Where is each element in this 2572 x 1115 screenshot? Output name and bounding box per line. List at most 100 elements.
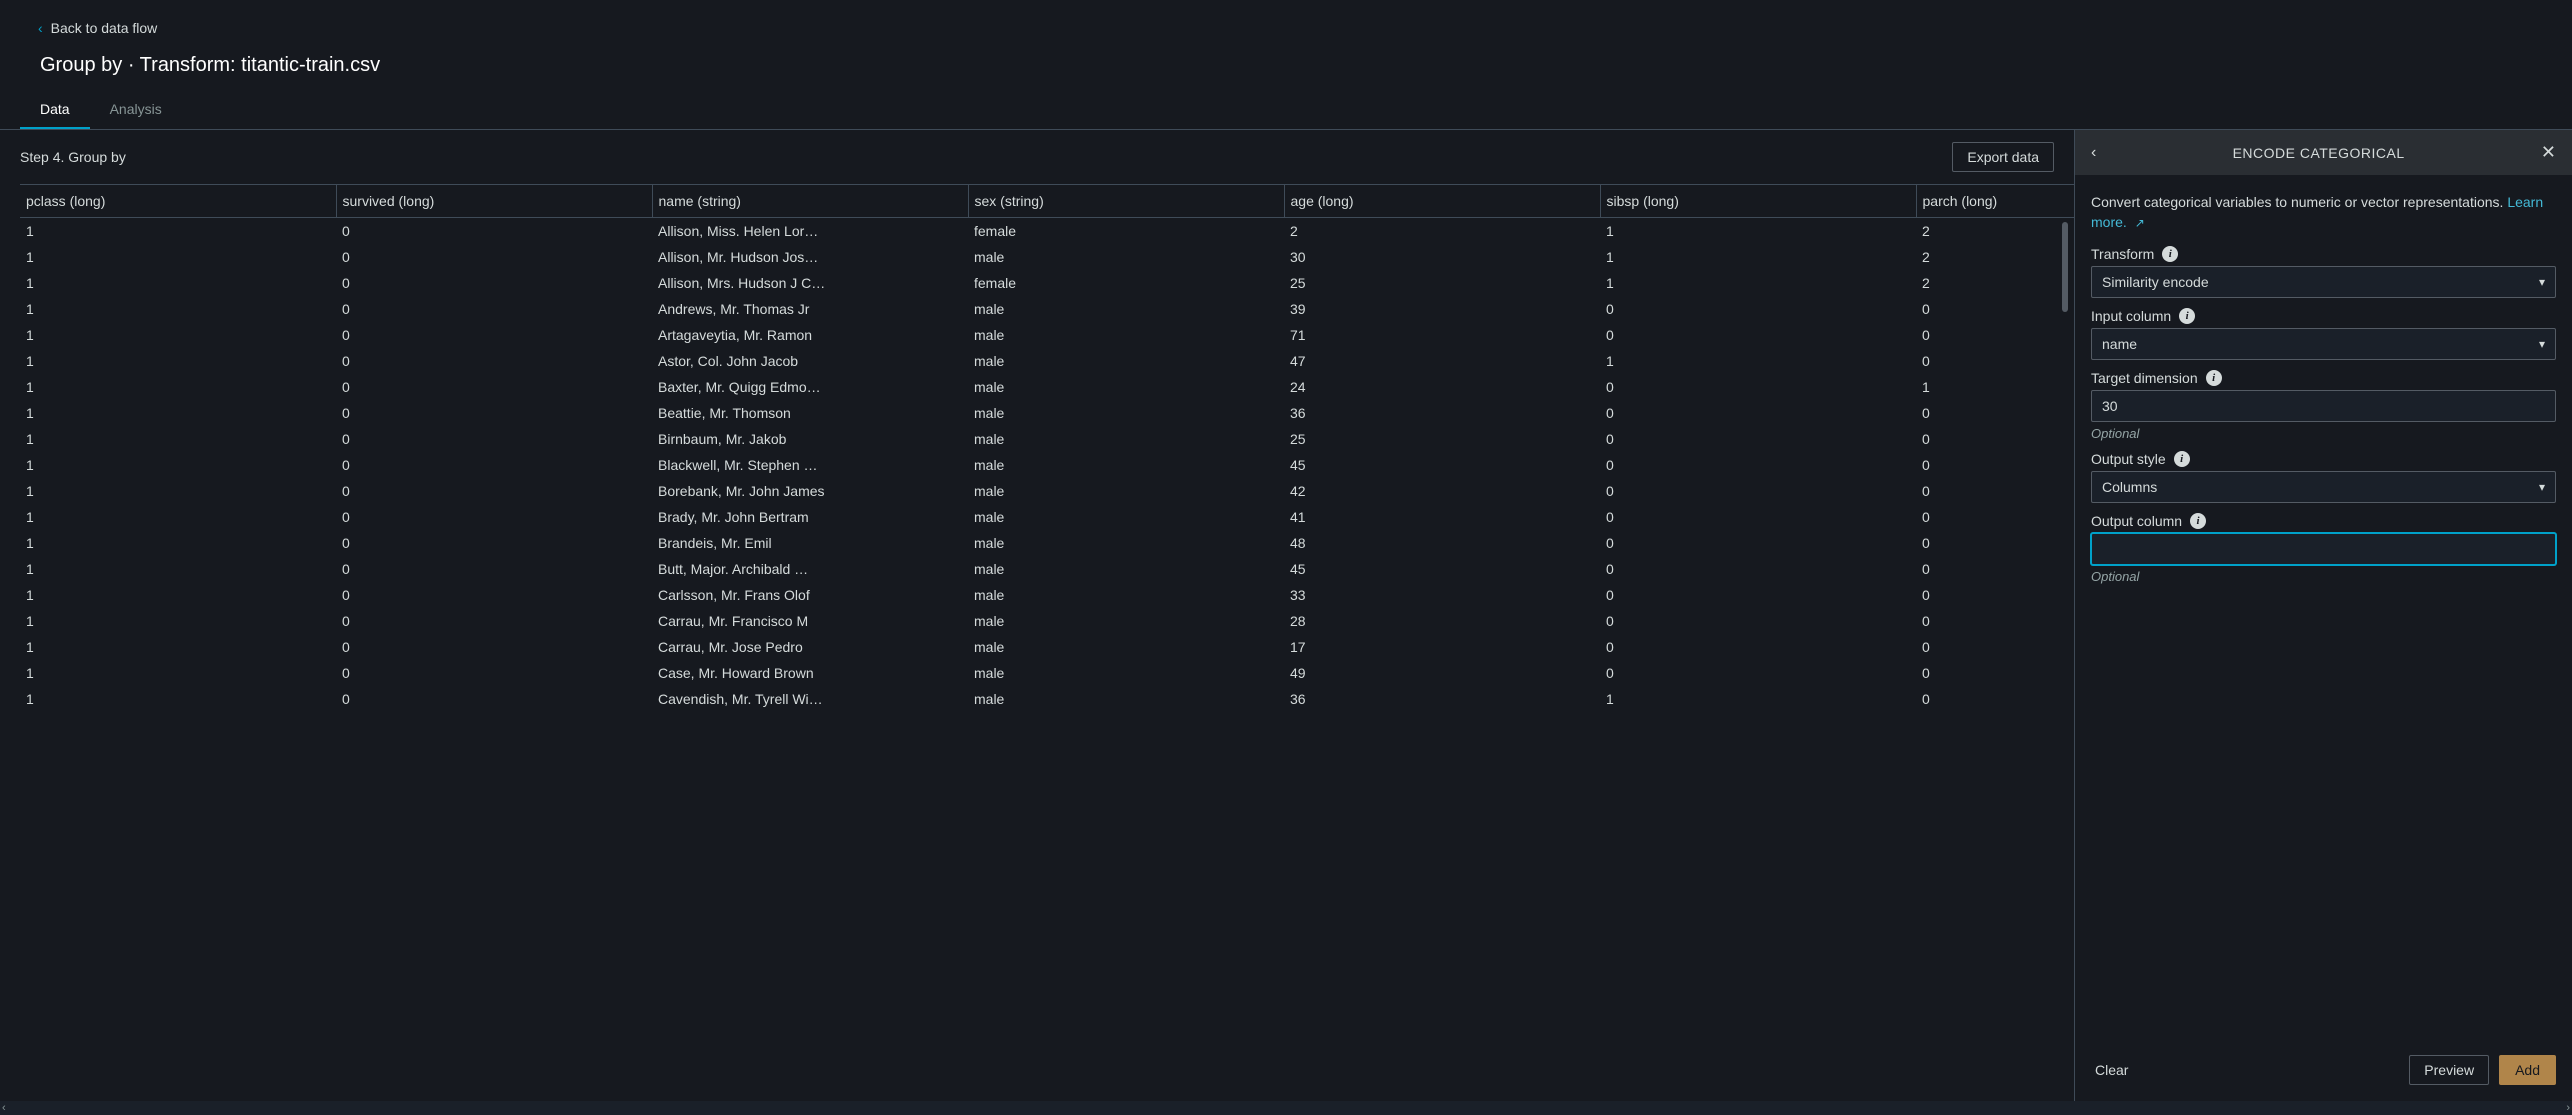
table-cell: 0 <box>1916 296 2074 322</box>
table-cell: female <box>968 218 1284 245</box>
column-header[interactable]: sex (string) <box>968 185 1284 218</box>
column-header[interactable]: pclass (long) <box>20 185 336 218</box>
step-label: Step 4. Group by <box>20 149 126 165</box>
chevron-down-icon: ▾ <box>2539 275 2545 289</box>
output-column-label: Output column <box>2091 513 2182 529</box>
clear-button[interactable]: Clear <box>2091 1056 2132 1084</box>
table-row[interactable]: 10Borebank, Mr. John Jamesmale4200 <box>20 478 2074 504</box>
table-row[interactable]: 10Allison, Mr. Hudson Jos…male3012 <box>20 244 2074 270</box>
output-style-select[interactable]: Columns ▾ <box>2091 471 2556 503</box>
table-cell: male <box>968 322 1284 348</box>
table-row[interactable]: 10Baxter, Mr. Quigg Edmo…male2401 <box>20 374 2074 400</box>
export-data-button[interactable]: Export data <box>1952 142 2054 172</box>
info-icon[interactable]: i <box>2206 370 2222 386</box>
preview-button[interactable]: Preview <box>2409 1055 2489 1085</box>
table-cell: 0 <box>336 244 652 270</box>
target-dimension-input[interactable] <box>2091 390 2556 422</box>
transform-select[interactable]: Similarity encode ▾ <box>2091 266 2556 298</box>
table-cell: 71 <box>1284 322 1600 348</box>
column-header[interactable]: parch (long) <box>1916 185 2074 218</box>
table-row[interactable]: 10Brady, Mr. John Bertrammale4100 <box>20 504 2074 530</box>
info-icon[interactable]: i <box>2190 513 2206 529</box>
table-cell: 0 <box>1916 504 2074 530</box>
table-cell: 1 <box>20 556 336 582</box>
info-icon[interactable]: i <box>2174 451 2190 467</box>
table-cell: 33 <box>1284 582 1600 608</box>
table-cell: 0 <box>336 634 652 660</box>
table-cell: 0 <box>336 400 652 426</box>
table-cell: male <box>968 244 1284 270</box>
table-cell: female <box>968 270 1284 296</box>
table-cell: male <box>968 426 1284 452</box>
data-table: pclass (long)survived (long)name (string… <box>20 184 2074 712</box>
panel-description: Convert categorical variables to numeric… <box>2091 193 2556 232</box>
table-cell: 0 <box>1916 322 2074 348</box>
table-cell: Allison, Mr. Hudson Jos… <box>652 244 968 270</box>
table-cell: 0 <box>1916 660 2074 686</box>
table-cell: 1 <box>20 322 336 348</box>
column-header[interactable]: name (string) <box>652 185 968 218</box>
table-row[interactable]: 10Cavendish, Mr. Tyrell Wi…male3610 <box>20 686 2074 712</box>
table-cell: 0 <box>1600 530 1916 556</box>
table-cell: 0 <box>1916 686 2074 712</box>
table-row[interactable]: 10Astor, Col. John Jacobmale4710 <box>20 348 2074 374</box>
close-icon[interactable]: ✕ <box>2541 142 2556 163</box>
info-icon[interactable]: i <box>2162 246 2178 262</box>
table-row[interactable]: 10Blackwell, Mr. Stephen …male4500 <box>20 452 2074 478</box>
table-cell: 0 <box>1600 556 1916 582</box>
table-cell: 1 <box>20 218 336 245</box>
table-cell: 0 <box>1916 348 2074 374</box>
column-header[interactable]: survived (long) <box>336 185 652 218</box>
table-cell: 1 <box>20 608 336 634</box>
table-cell: 2 <box>1916 270 2074 296</box>
table-cell: male <box>968 634 1284 660</box>
scroll-right-icon[interactable]: › <box>2566 1102 2570 1114</box>
table-row[interactable]: 10Artagaveytia, Mr. Ramonmale7100 <box>20 322 2074 348</box>
tab-data[interactable]: Data <box>20 91 90 129</box>
table-row[interactable]: 10Case, Mr. Howard Brownmale4900 <box>20 660 2074 686</box>
table-cell: male <box>968 660 1284 686</box>
back-link[interactable]: ‹ Back to data flow <box>20 16 175 40</box>
add-button[interactable]: Add <box>2499 1055 2556 1085</box>
table-cell: 24 <box>1284 374 1600 400</box>
column-header[interactable]: sibsp (long) <box>1600 185 1916 218</box>
table-row[interactable]: 10Allison, Mrs. Hudson J C…female2512 <box>20 270 2074 296</box>
table-cell: 42 <box>1284 478 1600 504</box>
table-cell: 39 <box>1284 296 1600 322</box>
table-cell: 1 <box>20 530 336 556</box>
back-link-label: Back to data flow <box>51 20 158 36</box>
table-cell: 1 <box>20 660 336 686</box>
scroll-left-icon[interactable]: ‹ <box>2 1102 6 1114</box>
table-cell: male <box>968 452 1284 478</box>
input-column-select[interactable]: name ▾ <box>2091 328 2556 360</box>
table-row[interactable]: 10Beattie, Mr. Thomsonmale3600 <box>20 400 2074 426</box>
table-row[interactable]: 10Birnbaum, Mr. Jakobmale2500 <box>20 426 2074 452</box>
table-row[interactable]: 10Andrews, Mr. Thomas Jrmale3900 <box>20 296 2074 322</box>
output-column-input[interactable] <box>2091 533 2556 565</box>
table-scrollbar[interactable] <box>2062 222 2068 312</box>
table-row[interactable]: 10Allison, Miss. Helen Lor…female212 <box>20 218 2074 245</box>
tab-analysis[interactable]: Analysis <box>90 91 182 129</box>
column-header[interactable]: age (long) <box>1284 185 1600 218</box>
table-row[interactable]: 10Carrau, Mr. Jose Pedromale1700 <box>20 634 2074 660</box>
table-cell: 0 <box>336 660 652 686</box>
table-cell: 0 <box>336 556 652 582</box>
table-cell: Baxter, Mr. Quigg Edmo… <box>652 374 968 400</box>
table-cell: 0 <box>1600 608 1916 634</box>
table-row[interactable]: 10Carlsson, Mr. Frans Olofmale3300 <box>20 582 2074 608</box>
chevron-down-icon: ▾ <box>2539 480 2545 494</box>
table-row[interactable]: 10Carrau, Mr. Francisco Mmale2800 <box>20 608 2074 634</box>
side-panel: ‹ ENCODE CATEGORICAL ✕ Convert categoric… <box>2074 130 2572 1101</box>
table-row[interactable]: 10Butt, Major. Archibald …male4500 <box>20 556 2074 582</box>
table-cell: 1 <box>20 270 336 296</box>
table-cell: 0 <box>336 504 652 530</box>
table-cell: Carrau, Mr. Francisco M <box>652 608 968 634</box>
table-row[interactable]: 10Brandeis, Mr. Emilmale4800 <box>20 530 2074 556</box>
horizontal-scrollbar[interactable]: ‹ › <box>0 1101 2572 1115</box>
table-cell: 1 <box>20 504 336 530</box>
info-icon[interactable]: i <box>2179 308 2195 324</box>
table-cell: 0 <box>1600 296 1916 322</box>
table-cell: Brandeis, Mr. Emil <box>652 530 968 556</box>
table-cell: 0 <box>336 452 652 478</box>
table-cell: 28 <box>1284 608 1600 634</box>
